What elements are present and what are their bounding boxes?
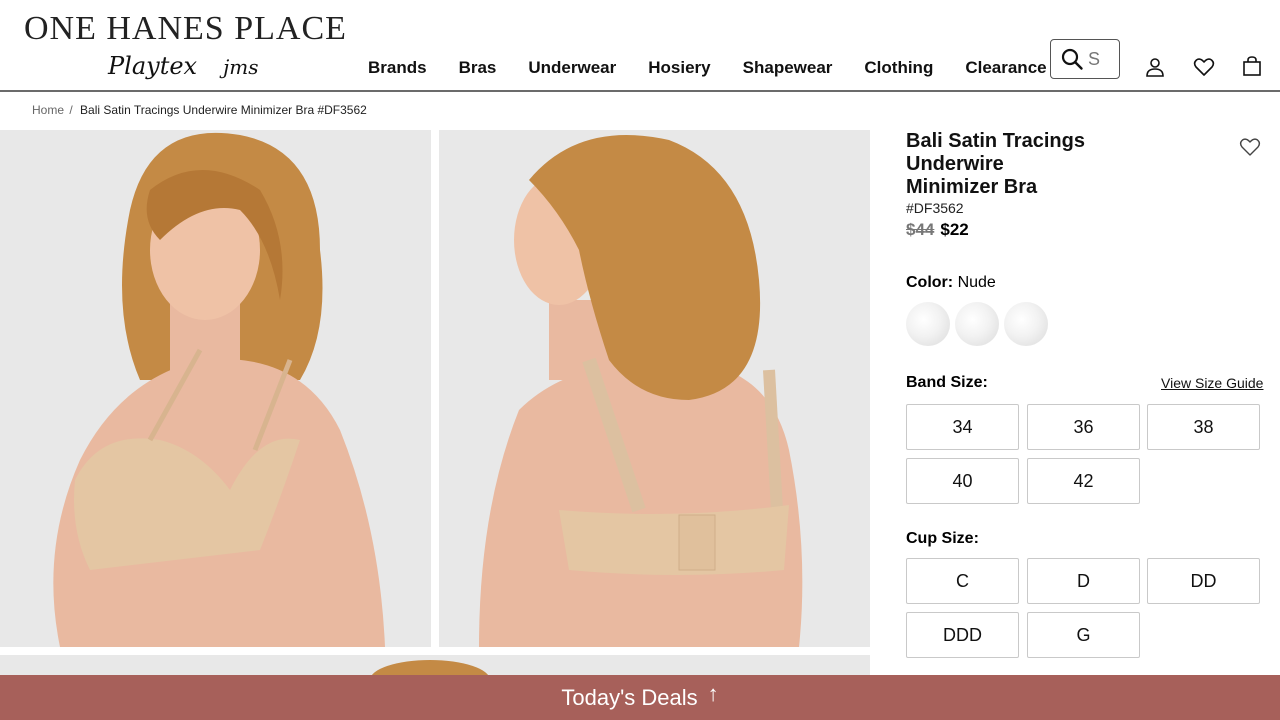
product-title: Bali Satin Tracings Underwire Minimizer … [906,130,1126,199]
product-image-back[interactable] [439,130,870,647]
nav-clothing[interactable]: Clothing [848,58,949,78]
todays-deals-bar[interactable]: Today's Deals ↑ [0,675,1280,720]
product-image-third[interactable] [0,655,870,675]
product-sku: #DF3562 [906,200,964,216]
cup-size-g[interactable]: G [1027,612,1140,658]
breadcrumb-current: Bali Satin Tracings Underwire Minimizer … [80,103,367,117]
title-line-1: Bali Satin Tracings [906,130,1085,152]
sub-brand-logos[interactable]: Playtex jms [108,52,259,80]
band-size-36[interactable]: 36 [1027,404,1140,450]
price: $44 $22 [906,220,969,240]
breadcrumb-separator: / [69,103,73,117]
nav-clearance[interactable]: Clearance [949,58,1062,78]
product-image-front[interactable] [0,130,431,647]
band-size-42[interactable]: 42 [1027,458,1140,504]
account-icon[interactable] [1144,56,1166,78]
cup-size-ddd[interactable]: DDD [906,612,1019,658]
nav-brands[interactable]: Brands [352,58,443,78]
arrow-up-icon: ↑ [707,680,719,706]
view-size-guide-link[interactable]: View Size Guide [1161,375,1263,391]
nav-hosiery[interactable]: Hosiery [632,58,726,78]
shopping-bag-icon[interactable] [1241,55,1263,77]
band-size-38[interactable]: 38 [1147,404,1260,450]
color-label: Color: Nude [906,274,996,292]
wishlist-icon[interactable] [1193,56,1215,78]
jms-logo[interactable]: jms [223,55,258,79]
nav-bras[interactable]: Bras [443,58,513,78]
playtex-logo[interactable]: Playtex [108,52,197,80]
title-line-2: Underwire [906,153,1004,175]
breadcrumb: Home / Bali Satin Tracings Underwire Min… [32,103,367,117]
cup-size-d[interactable]: D [1027,558,1140,604]
cup-size-label: Cup Size: [906,530,979,547]
band-size-40[interactable]: 40 [906,458,1019,504]
search-icon[interactable] [1060,47,1084,71]
band-size-label: Band Size: [906,374,988,391]
add-to-wishlist-heart-icon[interactable] [1239,136,1261,158]
search-input[interactable] [1088,48,1116,70]
color-swatch-2[interactable] [955,302,999,346]
original-price: $44 [906,220,935,239]
color-swatch-1[interactable] [906,302,950,346]
band-size-34[interactable]: 34 [906,404,1019,450]
nav-underwear[interactable]: Underwear [512,58,632,78]
title-line-3: Minimizer Bra [906,176,1038,198]
selected-color: Nude [957,274,996,291]
todays-deals-label: Today's Deals [561,684,698,710]
site-header: ONE HANES PLACE Playtex jms Brands Bras U… [0,0,1280,92]
sale-price: $22 [940,220,969,239]
color-label-text: Color: [906,274,954,291]
cup-size-c[interactable]: C [906,558,1019,604]
main-nav: Brands Bras Underwear Hosiery Shapewear … [352,58,1063,78]
breadcrumb-home[interactable]: Home [32,103,64,117]
color-swatch-3[interactable] [1004,302,1048,346]
logo[interactable]: ONE HANES PLACE [24,10,347,48]
nav-shapewear[interactable]: Shapewear [727,58,849,78]
search-box[interactable] [1050,39,1120,79]
cup-size-dd[interactable]: DD [1147,558,1260,604]
